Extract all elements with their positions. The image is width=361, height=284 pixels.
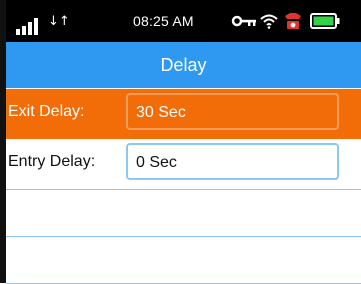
empty-list-row	[6, 237, 361, 284]
exit-delay-field[interactable]: 30 Sec	[126, 93, 339, 130]
exit-delay-label: Exit Delay:	[8, 103, 85, 120]
key-icon	[231, 15, 256, 27]
title-bar: Delay	[6, 42, 361, 88]
entry-delay-row[interactable]: Entry Delay: 0 Sec	[6, 139, 361, 190]
status-bar: ↓↑ 08:25 AM	[6, 0, 361, 42]
data-transfer-icon: ↓↑	[48, 14, 70, 29]
page-title: Delay	[160, 55, 207, 75]
alarm-icon	[285, 13, 301, 29]
entry-delay-label: Entry Delay:	[8, 153, 96, 170]
wifi-icon	[260, 14, 278, 29]
phone-screen: ↓↑ 08:25 AM Delay Exit Delay: 30 Sec Ent…	[6, 0, 361, 284]
signal-icon	[16, 17, 42, 35]
battery-icon	[310, 13, 340, 29]
empty-list-row	[6, 190, 361, 237]
exit-delay-row[interactable]: Exit Delay: 30 Sec	[6, 89, 361, 139]
entry-delay-field[interactable]: 0 Sec	[126, 143, 339, 180]
status-time: 08:25 AM	[133, 13, 194, 29]
